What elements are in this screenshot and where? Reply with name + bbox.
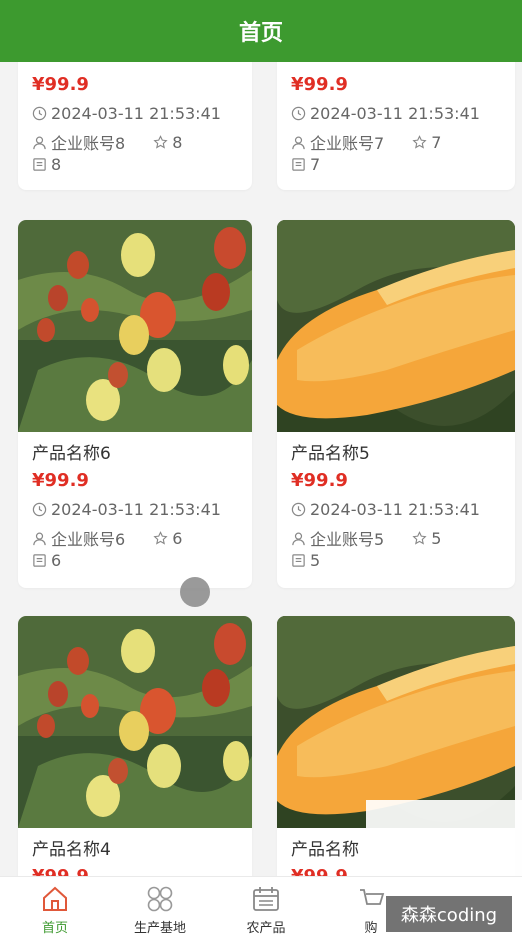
product-views: 8 (32, 155, 61, 174)
cart-icon (360, 889, 385, 905)
clock-icon (32, 106, 47, 121)
product-account-row: 企业账号7 7 (291, 130, 441, 154)
user-icon (292, 532, 305, 545)
user-icon (33, 532, 46, 545)
product-name: 产品名称6 (32, 444, 111, 464)
product-image-jujube[interactable] (18, 616, 252, 828)
nav-products[interactable]: 农产品 (211, 877, 321, 942)
star-icon (412, 530, 427, 545)
list-icon (292, 158, 305, 171)
product-favorites: 5 (431, 528, 442, 548)
product-image-melon[interactable] (277, 220, 515, 432)
product-time: 2024-03-11 21:53:41 (32, 104, 221, 123)
product-card[interactable]: 产品名称4 ¥99.9 (18, 616, 252, 876)
product-name: 产品名称5 (291, 444, 370, 464)
list-icon (33, 554, 46, 567)
product-card[interactable]: 产品名称6 ¥99.9 2024-03-11 21:53:41 企业账号6 6 … (18, 220, 252, 588)
product-account: 企业账号6 (51, 530, 126, 549)
product-time: 2024-03-11 21:53:41 (32, 500, 221, 519)
list-icon (33, 158, 46, 171)
product-views: 6 (32, 551, 61, 570)
clock-icon (32, 502, 47, 517)
product-price: ¥99.9 (32, 470, 89, 491)
product-account-row: 企业账号5 5 (291, 526, 441, 550)
calendar-icon (253, 887, 279, 911)
product-price: ¥99.9 (32, 866, 89, 876)
clock-icon (291, 106, 306, 121)
product-account-row: 企业账号8 8 (32, 130, 182, 154)
product-price: ¥99.9 (291, 470, 348, 491)
page-header: 首页 (0, 0, 522, 62)
product-favorites: 7 (431, 132, 442, 152)
product-grid[interactable]: ¥99.9 2024-03-11 21:53:41 企业账号8 8 8 ¥99.… (0, 62, 522, 876)
user-icon (292, 136, 305, 149)
clock-icon (291, 502, 306, 517)
star-icon (153, 134, 168, 149)
product-card[interactable]: ¥99.9 2024-03-11 21:53:41 企业账号8 8 8 (18, 62, 252, 190)
product-image-jujube[interactable] (18, 220, 252, 432)
star-icon (412, 134, 427, 149)
product-views: 5 (291, 551, 320, 570)
product-price: ¥99.9 (291, 74, 348, 95)
floating-drag-handle[interactable] (180, 577, 210, 607)
product-account: 企业账号7 (310, 134, 385, 153)
list-icon (292, 554, 305, 567)
product-image-melon[interactable] (277, 616, 515, 828)
product-name: 产品名称4 (32, 840, 111, 860)
grid-icon (147, 886, 173, 912)
page-title: 首页 (238, 21, 283, 46)
product-time: 2024-03-11 21:53:41 (291, 104, 480, 123)
nav-home[interactable]: 首页 (0, 877, 110, 942)
home-icon (43, 886, 67, 911)
product-card[interactable]: 产品名称5 ¥99.9 2024-03-11 21:53:41 企业账号5 5 … (277, 220, 515, 588)
product-account: 企业账号5 (310, 530, 385, 549)
watermark-label: 森森coding (386, 896, 512, 932)
product-time: 2024-03-11 21:53:41 (291, 500, 480, 519)
product-favorites: 6 (172, 528, 183, 548)
product-account: 企业账号8 (51, 134, 126, 153)
product-price: ¥99.9 (32, 74, 89, 95)
product-views: 7 (291, 155, 320, 174)
product-card[interactable]: ¥99.9 2024-03-11 21:53:41 企业账号7 7 7 (277, 62, 515, 190)
nav-production-base[interactable]: 生产基地 (105, 877, 215, 942)
product-name: 产品名称 (291, 840, 359, 860)
product-account-row: 企业账号6 6 (32, 526, 182, 550)
product-price: ¥99.9 (291, 866, 348, 876)
product-favorites: 8 (172, 132, 183, 152)
star-icon (153, 530, 168, 545)
user-icon (33, 136, 46, 149)
